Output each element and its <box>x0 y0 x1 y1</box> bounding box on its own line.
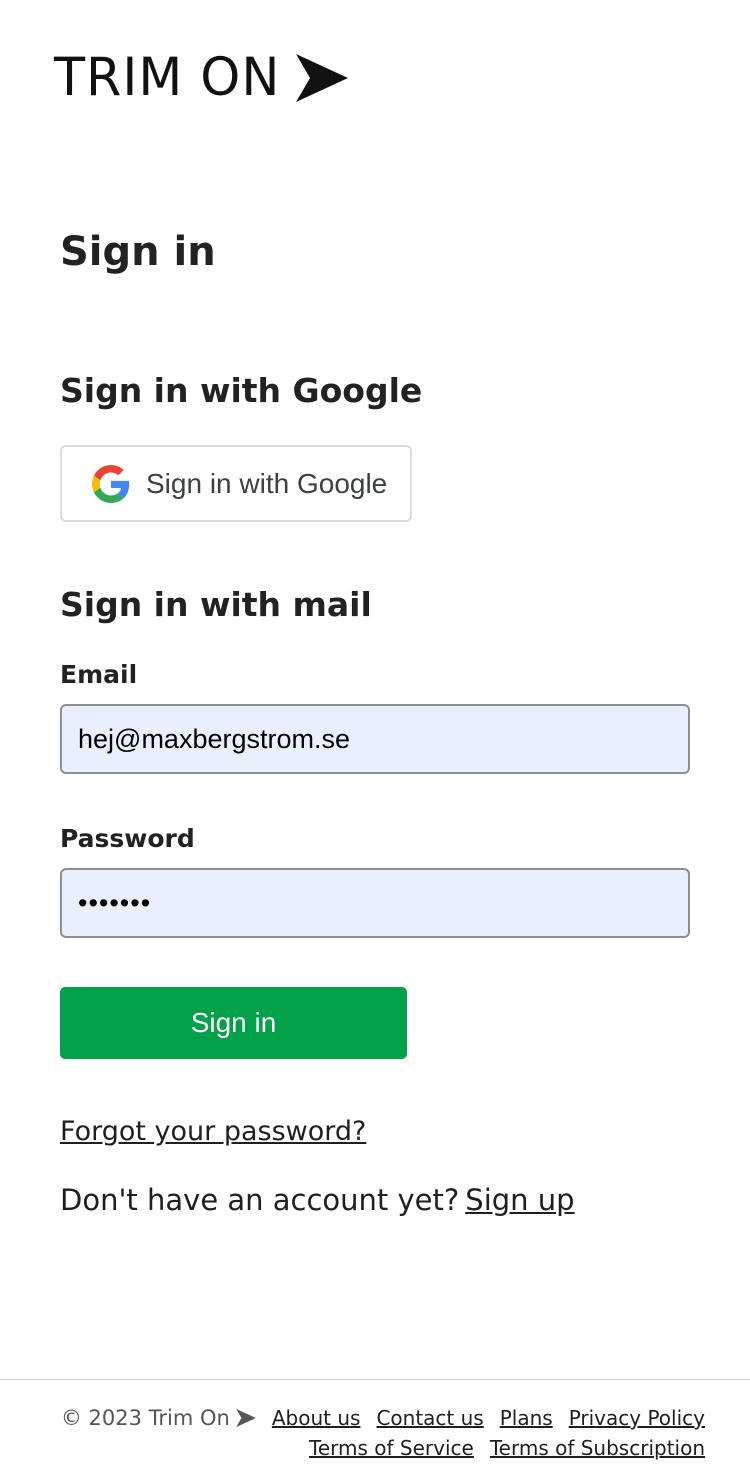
email-input[interactable] <box>60 704 690 774</box>
trim-on-logo[interactable]: TRIM ON <box>54 47 348 108</box>
password-input[interactable] <box>60 868 690 938</box>
about-us-link[interactable]: About us <box>272 1406 361 1430</box>
email-label: Email <box>60 660 138 689</box>
footer-row-1: © 2023 Trim On About us Contact us Plans… <box>61 1406 705 1430</box>
page-title: Sign in <box>60 229 216 275</box>
google-button-label: Sign in with Google <box>146 467 388 499</box>
contact-us-link[interactable]: Contact us <box>376 1406 483 1430</box>
privacy-policy-link[interactable]: Privacy Policy <box>569 1406 705 1430</box>
google-section-heading: Sign in with Google <box>60 371 423 410</box>
logo-text: TRIM ON <box>54 47 281 108</box>
copyright: © 2023 Trim On <box>61 1406 256 1430</box>
signup-prompt-text: Don't have an account yet? <box>60 1183 460 1217</box>
terms-of-subscription-link[interactable]: Terms of Subscription <box>490 1436 705 1460</box>
footer: © 2023 Trim On About us Contact us Plans… <box>0 1379 750 1484</box>
sign-up-link[interactable]: Sign up <box>465 1183 574 1217</box>
password-label: Password <box>60 824 195 853</box>
signup-prompt: Don't have an account yet? Sign up <box>60 1183 575 1217</box>
google-g-icon <box>92 464 130 503</box>
mail-section-heading: Sign in with mail <box>60 585 372 624</box>
forgot-password-link[interactable]: Forgot your password? <box>60 1116 366 1147</box>
sign-in-button[interactable]: Sign in <box>60 987 407 1059</box>
plans-link[interactable]: Plans <box>500 1406 553 1430</box>
copyright-text: © 2023 Trim On <box>60 1406 230 1430</box>
footer-row-2: Terms of Service Terms of Subscription <box>293 1436 705 1460</box>
terms-of-service-link[interactable]: Terms of Service <box>309 1436 474 1460</box>
sign-in-page: TRIM ON Sign in Sign in with Google Sign… <box>0 0 750 1484</box>
google-sign-in-button[interactable]: Sign in with Google <box>60 445 412 522</box>
arrow-logo-icon <box>236 1409 256 1427</box>
arrow-logo-icon <box>295 54 348 102</box>
